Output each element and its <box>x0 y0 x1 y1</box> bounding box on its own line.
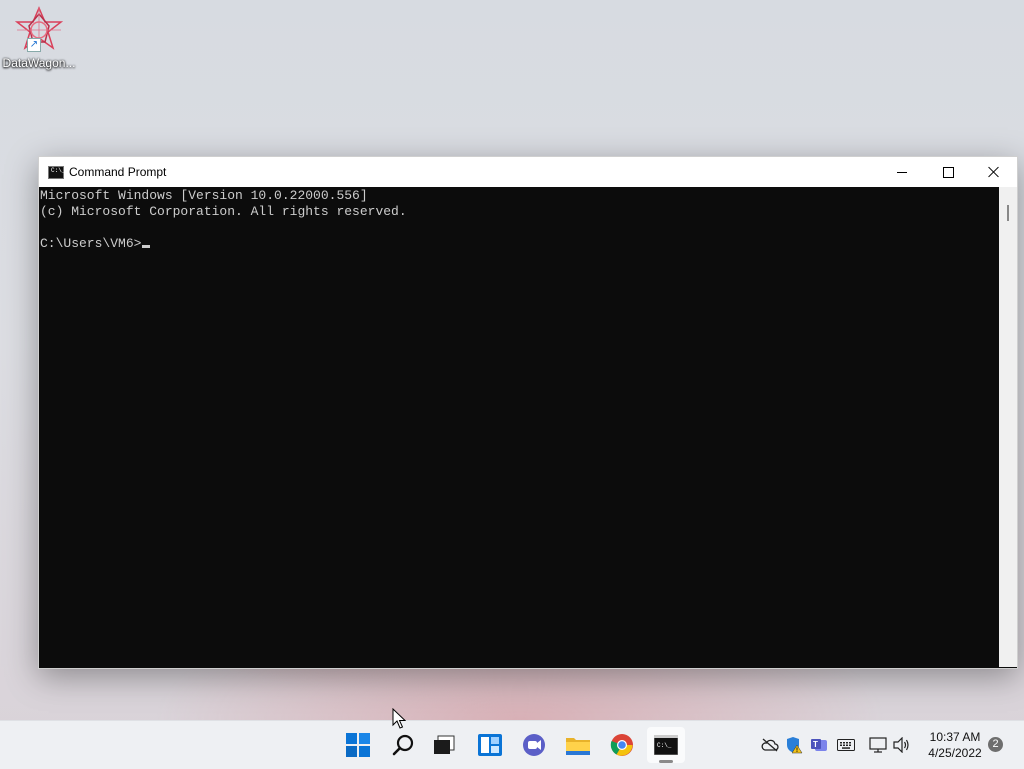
widgets-icon <box>478 734 502 756</box>
task-view-button[interactable] <box>425 727 463 763</box>
close-button[interactable] <box>971 157 1017 187</box>
title-bar[interactable]: C:\_ Command Prompt <box>39 157 1017 187</box>
security-tray[interactable]: ! <box>784 735 804 755</box>
shortcut-arrow-icon: ↗ <box>27 38 41 52</box>
search-icon <box>392 734 414 756</box>
search-button[interactable] <box>384 727 422 763</box>
chat-button[interactable] <box>515 727 553 763</box>
terminal-app-icon: C:\_ <box>48 166 66 179</box>
chrome-button[interactable] <box>603 727 641 763</box>
windows-start-icon <box>346 733 370 757</box>
vertical-scrollbar[interactable] <box>999 187 1017 667</box>
taskbar-command-prompt[interactable]: C:\_ <box>647 727 685 763</box>
start-button[interactable] <box>339 727 377 763</box>
svg-text:C:\_: C:\_ <box>657 742 672 749</box>
clock-time: 10:37 AM <box>929 730 981 744</box>
maximize-button[interactable] <box>925 157 971 187</box>
onedrive-tray[interactable] <box>760 735 780 755</box>
clock-date: 4/25/2022 <box>928 746 982 760</box>
desktop-icon-label: DataWagon... <box>2 56 76 70</box>
file-explorer-button[interactable] <box>559 727 597 763</box>
console-line: Microsoft Windows [Version 10.0.22000.55… <box>40 188 368 203</box>
speaker-icon <box>893 737 909 753</box>
widgets-button[interactable] <box>471 727 509 763</box>
maximize-icon <box>942 166 954 178</box>
console-line: (c) Microsoft Corporation. All rights re… <box>40 204 407 219</box>
desktop-icon-datawagon[interactable]: ↗ DataWagon... <box>2 6 76 70</box>
teams-chat-icon <box>523 734 545 756</box>
network-icon <box>869 737 887 753</box>
app-icon-text: C:\_ <box>51 167 66 174</box>
keyboard-icon <box>837 739 855 751</box>
svg-text:!: ! <box>796 748 798 754</box>
mouse-pointer-icon <box>392 708 406 729</box>
teams-icon: T <box>811 739 827 751</box>
clock[interactable]: 10:37 AM 4/25/2022 <box>918 729 992 761</box>
folder-icon <box>566 738 590 755</box>
minimize-button[interactable] <box>879 157 925 187</box>
scrollbar-thumb[interactable] <box>1007 205 1009 221</box>
chrome-icon <box>610 734 633 756</box>
terminal-icon: C:\_ <box>654 735 678 755</box>
shield-warning-icon: ! <box>787 737 803 754</box>
taskbar: C:\_ ! T 10:37 AM 4/25/2022 <box>0 720 1024 769</box>
command-prompt-text: C:\Users\VM6> <box>40 236 142 251</box>
task-view-icon <box>434 735 455 754</box>
prompt-line[interactable]: C:\Users\VM6> <box>40 236 999 252</box>
teams-tray[interactable]: T <box>809 735 829 755</box>
volume-tray[interactable] <box>892 735 912 755</box>
keyboard-tray[interactable] <box>836 735 856 755</box>
command-prompt-window[interactable]: C:\_ Command Prompt Microsoft Windows [V… <box>38 156 1018 669</box>
window-title: Command Prompt <box>69 165 167 179</box>
close-icon <box>988 166 1000 178</box>
console-output[interactable]: Microsoft Windows [Version 10.0.22000.55… <box>39 187 999 667</box>
datawagon-icon: ↗ <box>14 6 64 54</box>
network-tray[interactable] <box>868 735 888 755</box>
text-cursor <box>142 245 151 248</box>
running-indicator <box>659 760 673 763</box>
minimize-icon <box>897 171 907 173</box>
cloud-off-icon <box>761 738 779 752</box>
svg-text:T: T <box>813 740 818 749</box>
notification-badge[interactable]: 2 <box>988 737 1003 752</box>
